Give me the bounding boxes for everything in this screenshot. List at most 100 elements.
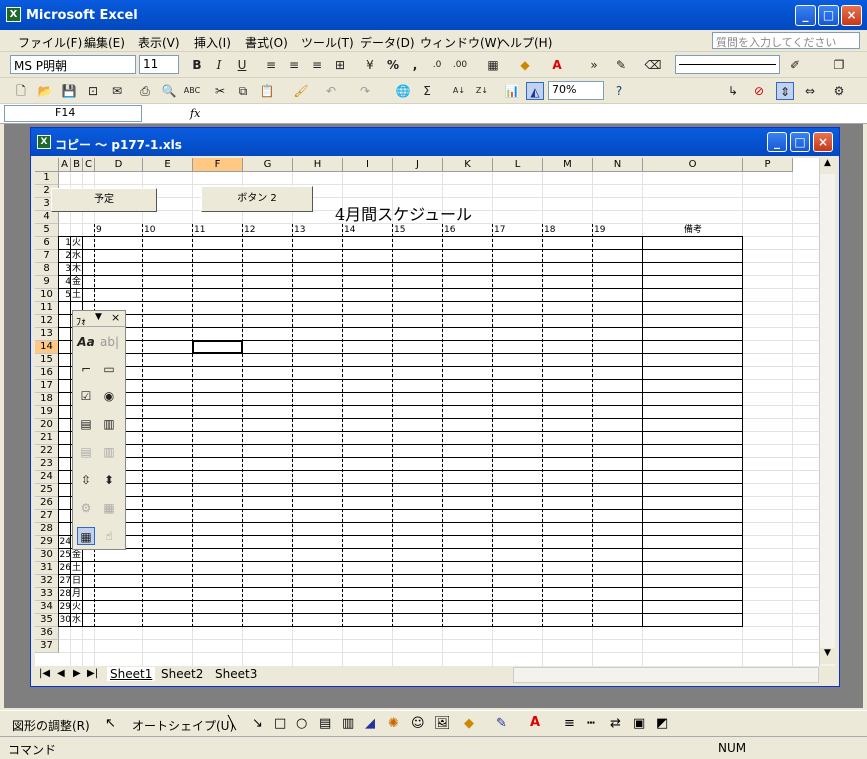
row-header[interactable]: 19 [35, 406, 59, 419]
textbox-icon[interactable]: ▤ [319, 716, 331, 731]
oval-icon[interactable]: ○ [296, 716, 307, 731]
row-header[interactable]: 4 [35, 211, 59, 224]
font-color-icon[interactable]: A [548, 56, 566, 74]
scrollbar-control-icon[interactable]: ⇳ [77, 471, 95, 489]
email-icon[interactable]: ✉ [108, 82, 126, 100]
options-icon[interactable]: ⚙ [830, 82, 848, 100]
font-name-select[interactable]: MS P明朝 [10, 55, 136, 74]
label-control-icon[interactable]: Aa [77, 333, 95, 351]
arrow-icon[interactable]: ↘ [252, 716, 263, 731]
menu-format[interactable]: 書式(O) [245, 34, 288, 51]
redo-icon[interactable]: ↷ [356, 82, 374, 100]
tab-prev-icon[interactable]: ◀ [57, 668, 65, 679]
rectangle-icon[interactable]: □ [274, 716, 286, 731]
row-header[interactable]: 16 [35, 367, 59, 380]
cut-icon[interactable]: ✂ [211, 82, 229, 100]
row-header[interactable]: 13 [35, 328, 59, 341]
row-header[interactable]: 15 [35, 354, 59, 367]
row-header[interactable]: 35 [35, 614, 59, 627]
row-header[interactable]: 9 [35, 276, 59, 289]
help-question-input[interactable]: 質問を入力してください [712, 32, 860, 49]
remove-arrows-icon[interactable]: ⊘ [750, 82, 768, 100]
row-header[interactable]: 14 [35, 341, 59, 354]
tab-first-icon[interactable]: |◀ [39, 668, 50, 679]
control-properties-icon[interactable]: ⚙ [77, 499, 95, 517]
combo-list-edit-icon[interactable]: ▤ [77, 443, 95, 461]
tab-sheet3[interactable]: Sheet3 [215, 667, 257, 681]
open-icon[interactable]: 📂 [36, 82, 54, 100]
print-preview-icon[interactable]: 🔍 [160, 82, 178, 100]
line-icon[interactable]: ╲ [228, 716, 236, 731]
row-header[interactable]: 6 [35, 237, 59, 250]
diagram-icon[interactable]: ✺ [388, 716, 399, 731]
menu-help[interactable]: ヘルプ(H) [498, 34, 552, 51]
row-header[interactable]: 25 [35, 484, 59, 497]
tab-last-icon[interactable]: ▶| [87, 668, 98, 679]
minimize-button[interactable]: _ [795, 5, 816, 26]
column-header[interactable]: J [393, 158, 443, 172]
row-header[interactable]: 17 [35, 380, 59, 393]
row-header[interactable]: 22 [35, 445, 59, 458]
listbox-control-icon[interactable]: ▤ [77, 415, 95, 433]
row-header[interactable]: 20 [35, 419, 59, 432]
column-header[interactable]: K [443, 158, 493, 172]
row-header[interactable]: 23 [35, 458, 59, 471]
row-header[interactable]: 30 [35, 549, 59, 562]
column-header[interactable]: F [193, 158, 243, 172]
chart-wizard-icon[interactable]: 📊 [503, 82, 521, 100]
column-header[interactable]: G [243, 158, 293, 172]
button-control-icon[interactable]: ▭ [100, 360, 118, 378]
draw-border-icon[interactable]: ✎ [612, 56, 630, 74]
copy-format-icon[interactable]: ❐ [830, 56, 848, 74]
menu-tools[interactable]: ツール(T) [301, 34, 354, 51]
row-header[interactable]: 12 [35, 315, 59, 328]
tab-next-icon[interactable]: ▶ [73, 668, 81, 679]
shadow-icon[interactable]: ▣ [633, 716, 645, 731]
button-2[interactable]: ボタン 2 [201, 186, 313, 212]
font-size-select[interactable]: 11 [139, 55, 179, 74]
cells-area[interactable]: A B C D E F G H I J K L M N O P 1 2 3 4 5 6 7 8 9 10 11 12 13 14 15 16 1… [35, 158, 819, 666]
hyperlink-icon[interactable]: 🌐 [394, 82, 412, 100]
yotei-button[interactable]: 予定 [51, 188, 157, 212]
line-style-icon[interactable]: ≡ [564, 716, 575, 731]
selected-cell[interactable] [192, 340, 243, 354]
italic-button[interactable]: I [210, 56, 228, 74]
vertical-textbox-icon[interactable]: ▥ [342, 716, 354, 731]
currency-icon[interactable]: ¥ [361, 56, 379, 74]
row-header[interactable]: 36 [35, 627, 59, 640]
spelling-icon[interactable]: ABC [183, 82, 201, 100]
save-icon[interactable]: 💾 [60, 82, 78, 100]
toggle-grid-icon[interactable]: ▦ [77, 527, 95, 545]
row-header[interactable]: 28 [35, 523, 59, 536]
picture-icon[interactable]: 🖼 [434, 716, 451, 731]
row-header[interactable]: 1 [35, 172, 59, 185]
menu-edit[interactable]: 編集(E) [84, 34, 125, 51]
select-objects-icon[interactable]: ↖ [105, 716, 116, 731]
row-header[interactable]: 18 [35, 393, 59, 406]
percent-button[interactable]: % [384, 56, 402, 74]
column-header[interactable]: C [83, 158, 95, 172]
toolbar-close-icon[interactable]: × [111, 311, 120, 324]
formula-input[interactable] [206, 105, 864, 122]
row-header[interactable]: 32 [35, 575, 59, 588]
groupbox-control-icon[interactable]: ⌐ [77, 360, 95, 378]
comma-button[interactable]: , [406, 56, 424, 74]
menu-data[interactable]: データ(D) [360, 34, 415, 51]
close-button[interactable]: × [841, 5, 862, 26]
more-options-icon[interactable]: » [585, 56, 603, 74]
column-header[interactable]: D [95, 158, 143, 172]
column-header[interactable]: N [593, 158, 643, 172]
drawing-icon[interactable]: ◭ [526, 82, 544, 100]
spreadsheet-grid[interactable]: A B C D E F G H I J K L M N O P 1 2 3 4 5 6 7 8 9 10 11 12 13 14 15 16 1… [35, 158, 835, 666]
borders-icon[interactable]: ▦ [484, 56, 502, 74]
row-header[interactable]: 21 [35, 432, 59, 445]
align-right-icon[interactable]: ≡ [308, 56, 326, 74]
trace-precedents-icon[interactable]: ↳ [724, 82, 742, 100]
draw-line-color-icon[interactable]: ✎ [496, 716, 507, 731]
scroll-down-icon[interactable]: ▼ [820, 648, 835, 664]
increase-decimal-icon[interactable]: .0 [428, 56, 446, 74]
workbook-minimize-button[interactable]: _ [767, 132, 787, 152]
zoom-select[interactable]: 70% [548, 81, 604, 100]
spinner-control-icon[interactable]: ⬍ [100, 471, 118, 489]
tab-sheet1[interactable]: Sheet1 [107, 667, 156, 681]
